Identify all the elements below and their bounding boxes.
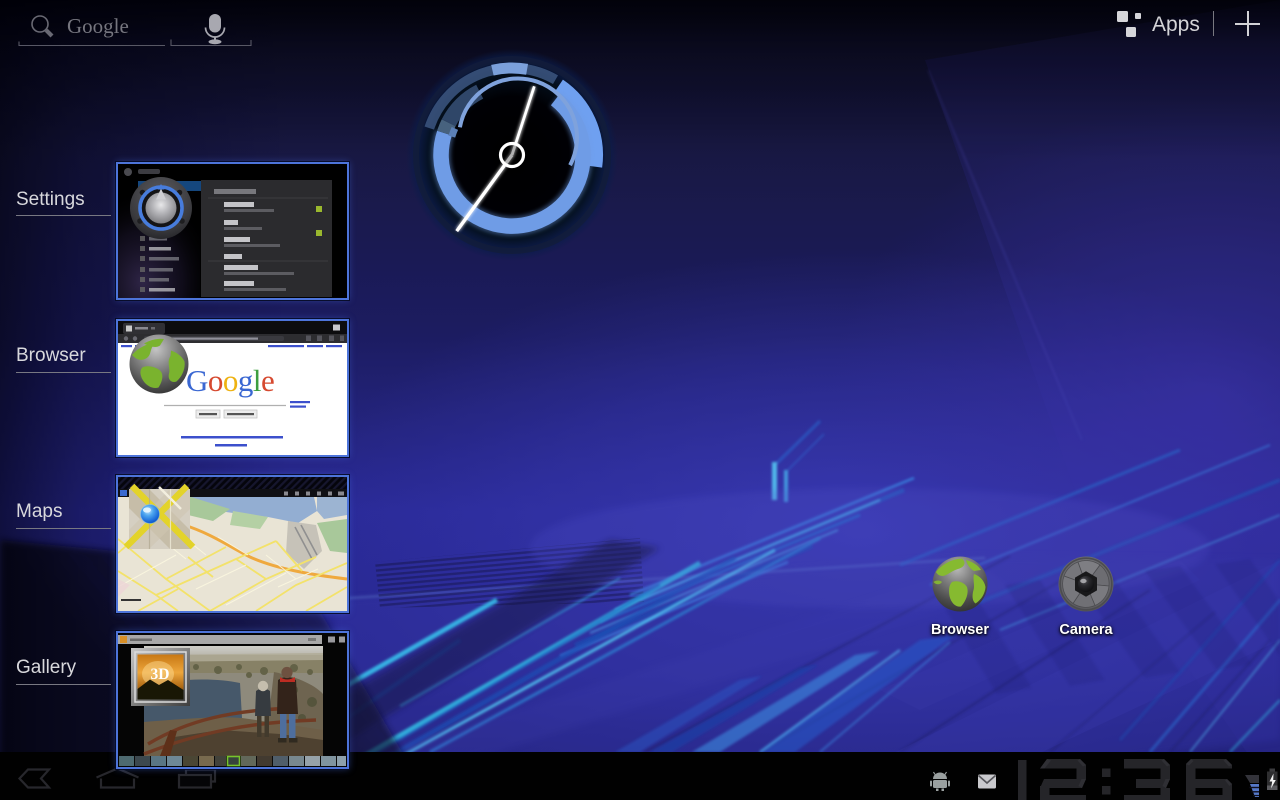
svg-text:Camera: Camera bbox=[1059, 622, 1113, 638]
svg-text:Browser: Browser bbox=[931, 622, 989, 638]
svg-text:3D: 3D bbox=[151, 666, 170, 683]
svg-text:Google: Google bbox=[186, 363, 274, 398]
svg-text:Google: Google bbox=[67, 14, 129, 38]
